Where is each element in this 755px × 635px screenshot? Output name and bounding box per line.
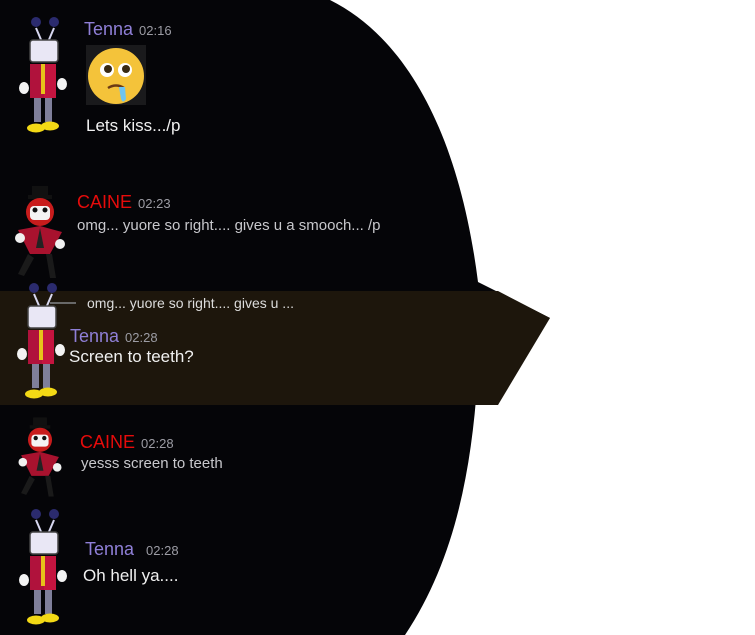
- drooling-face-emoji-icon: [86, 45, 146, 105]
- message-text: Oh hell ya....: [83, 566, 179, 585]
- timestamp: 02:28: [141, 436, 174, 451]
- message-caine-1: CAINE 02:23 omg... yuore so right.... giv…: [0, 170, 560, 280]
- caine-avatar[interactable]: [10, 414, 70, 500]
- chat-screenshot: Tenna 02:16 Lets kiss.../p CAINE 02:23 o…: [0, 0, 755, 635]
- timestamp: 02:28: [146, 543, 179, 558]
- message-text: yesss screen to teeth: [81, 455, 223, 472]
- message-tenna-2: Tenna 02:28 Screen to teeth?: [0, 280, 560, 410]
- message-text: Lets kiss.../p: [86, 116, 181, 135]
- timestamp: 02:28: [125, 330, 158, 345]
- tenna-avatar[interactable]: [14, 506, 74, 628]
- username[interactable]: Tenna: [85, 539, 134, 559]
- tenna-avatar[interactable]: [14, 14, 74, 136]
- message-caine-2: CAINE 02:28 yesss screen to teeth: [0, 410, 560, 500]
- username[interactable]: CAINE: [80, 432, 135, 452]
- timestamp: 02:23: [138, 196, 171, 211]
- message-tenna-1: Tenna 02:16 Lets kiss.../p: [0, 0, 560, 170]
- username[interactable]: Tenna: [70, 326, 119, 346]
- caine-avatar[interactable]: [10, 182, 70, 282]
- timestamp: 02:16: [139, 23, 172, 38]
- message-text: Screen to teeth?: [69, 347, 194, 366]
- tenna-avatar[interactable]: [12, 280, 72, 402]
- username[interactable]: Tenna: [84, 19, 133, 39]
- message-text: omg... yuore so right.... gives u a smoo…: [77, 217, 381, 234]
- username[interactable]: CAINE: [77, 192, 132, 212]
- message-tenna-3: Tenna 02:28 Oh hell ya....: [0, 500, 560, 635]
